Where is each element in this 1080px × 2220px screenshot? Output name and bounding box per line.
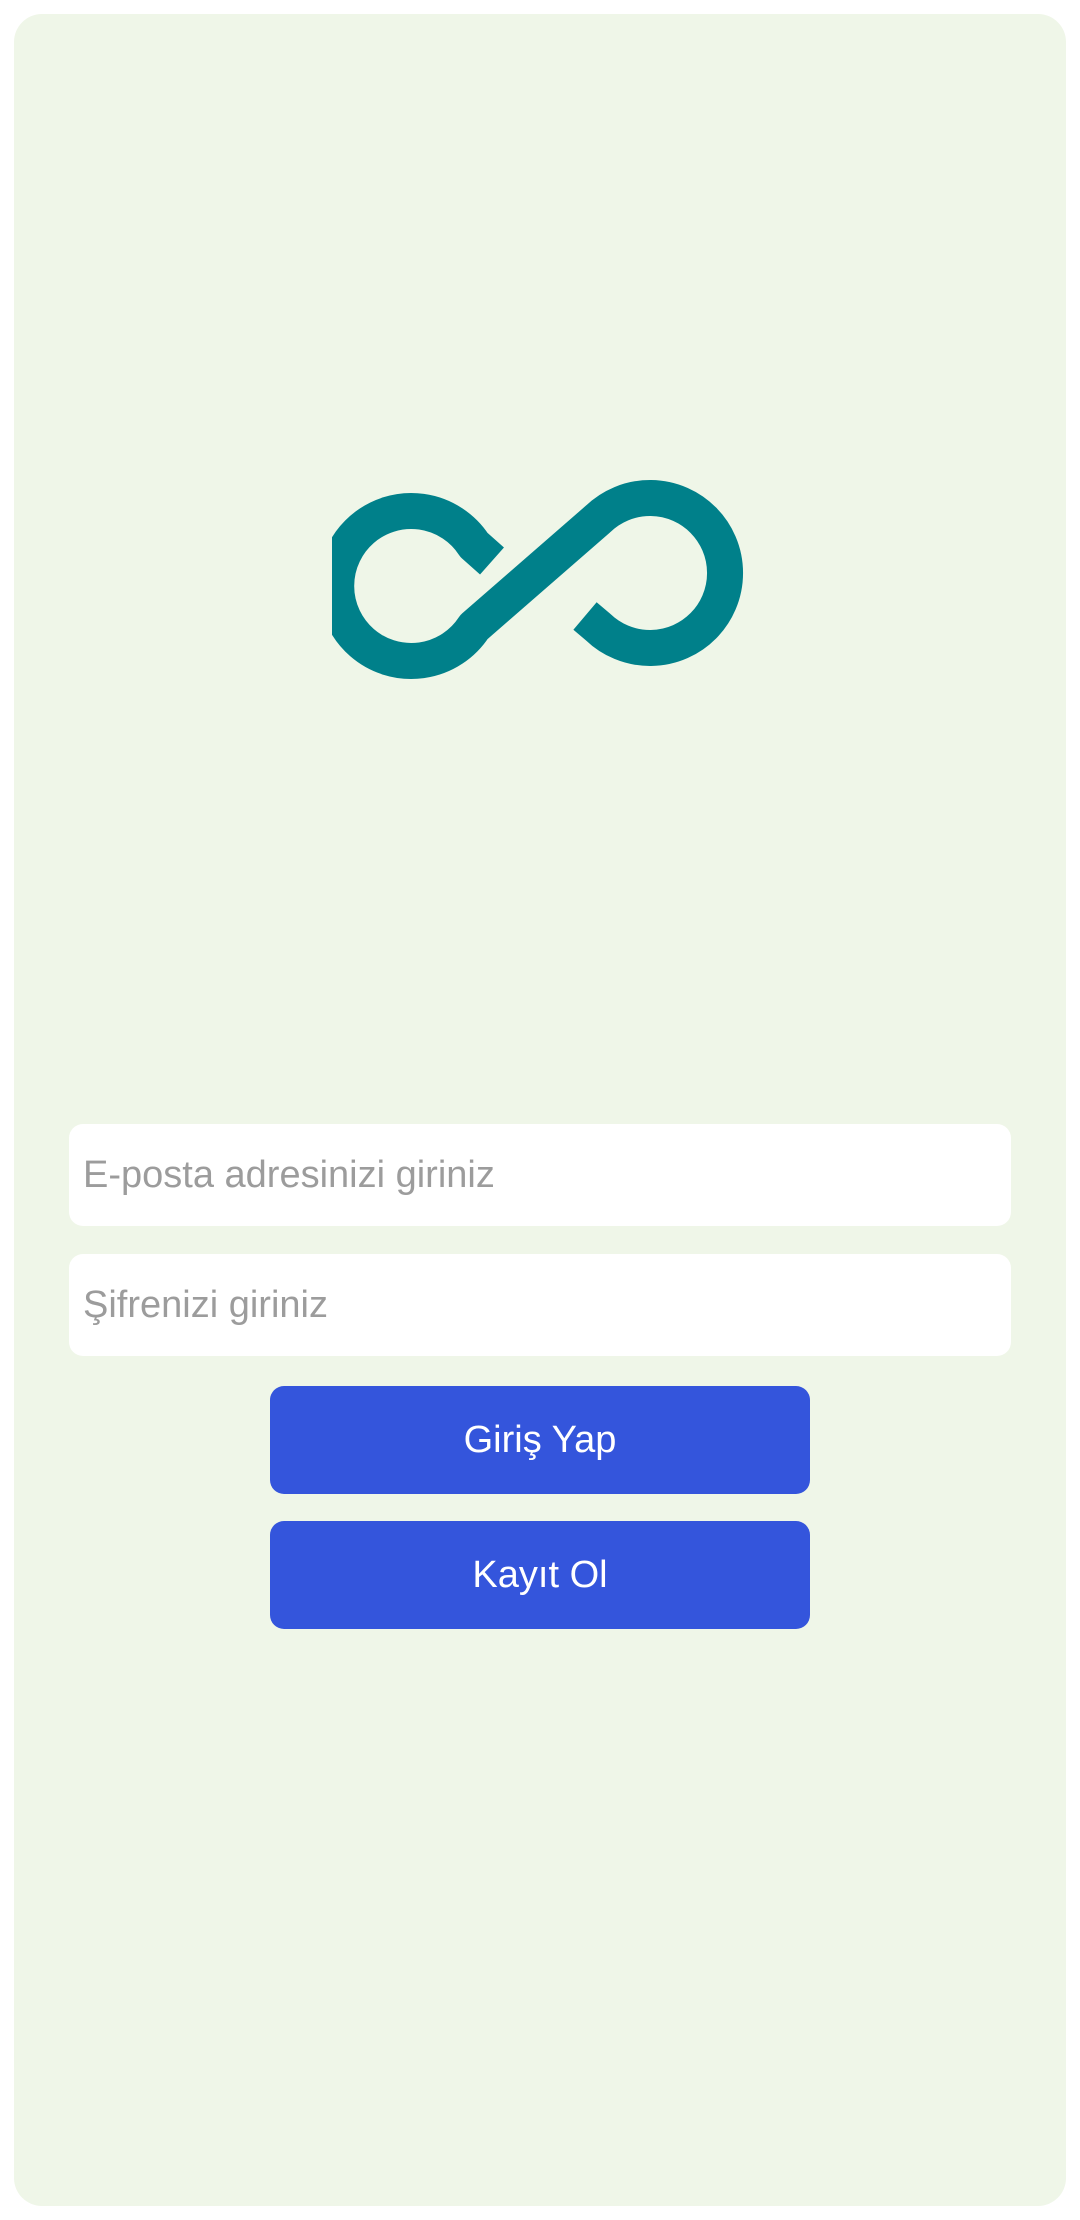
login-screen: Giriş Yap Kayıt Ol — [14, 14, 1066, 2206]
email-input[interactable] — [83, 1153, 997, 1197]
login-button[interactable]: Giriş Yap — [270, 1386, 810, 1494]
email-field[interactable] — [69, 1124, 1011, 1226]
register-button[interactable]: Kayıt Ol — [270, 1521, 810, 1629]
password-field[interactable] — [69, 1254, 1011, 1356]
password-input[interactable] — [83, 1283, 997, 1327]
infinity-logo-icon — [318, 476, 776, 696]
